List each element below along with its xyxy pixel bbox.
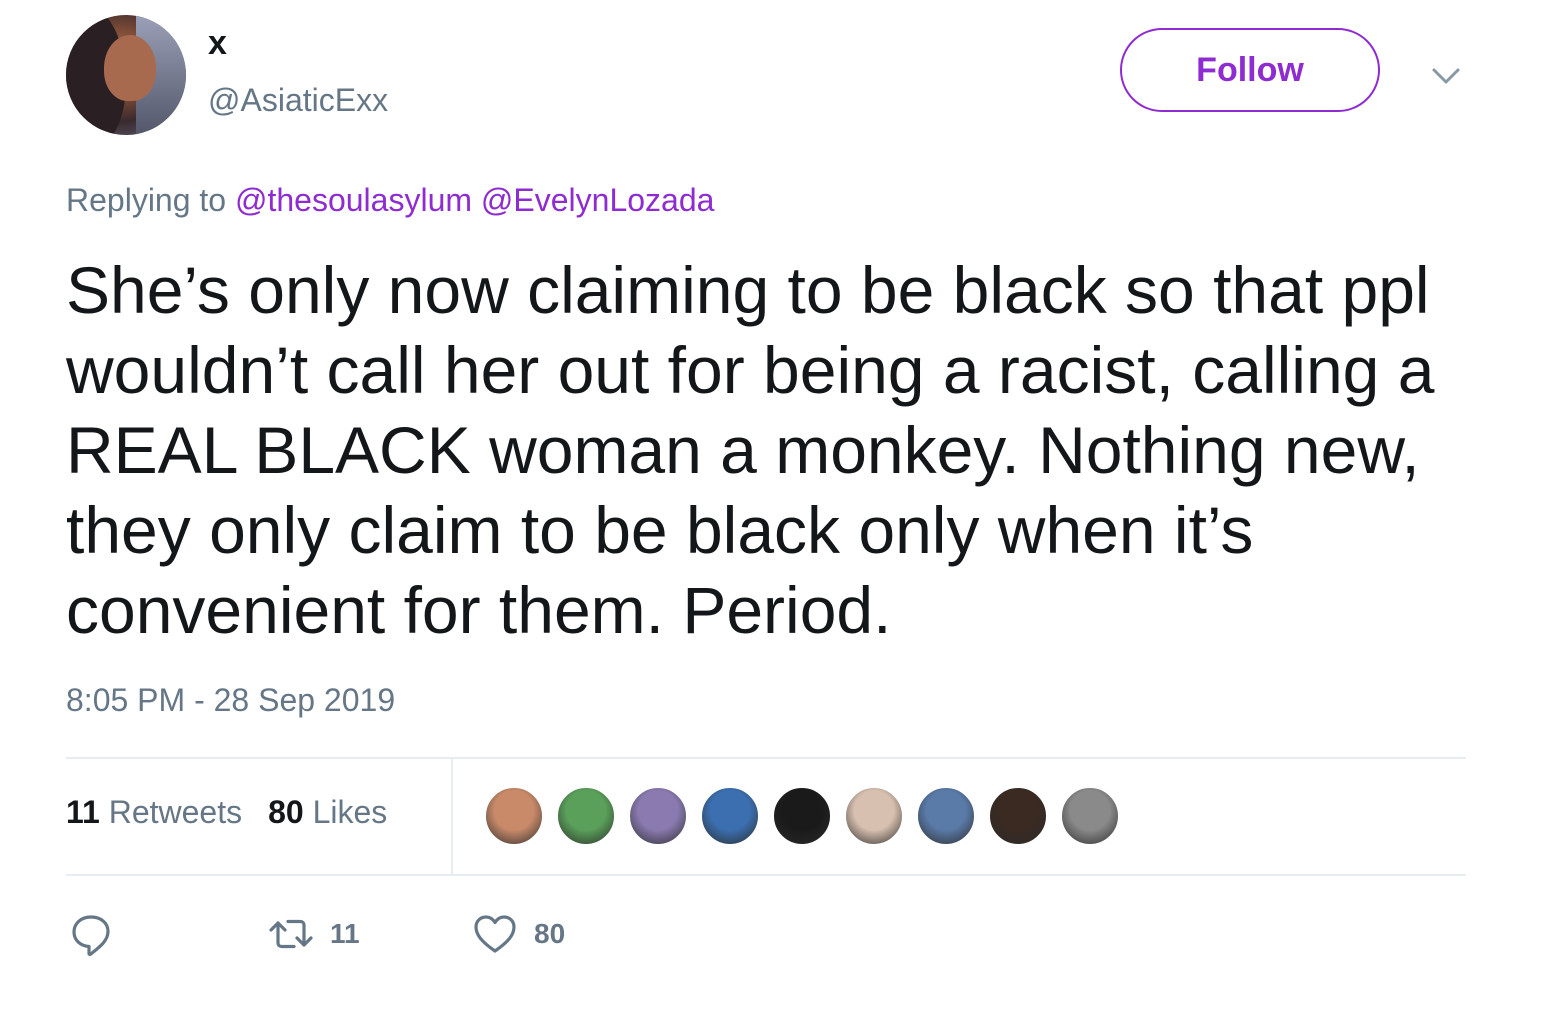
- liker-avatar-2[interactable]: [556, 786, 616, 846]
- likes-count: 80: [268, 794, 304, 830]
- mention-link[interactable]: @EvelynLozada: [481, 182, 715, 218]
- liker-avatar-6[interactable]: [844, 786, 904, 846]
- reply-icon: [72, 915, 110, 957]
- tweet-timestamp[interactable]: 8:05 PM - 28 Sep 2019: [66, 682, 395, 719]
- retweets-count: 11: [66, 794, 100, 830]
- liker-avatar-8[interactable]: [988, 786, 1048, 846]
- retweet-count: 11: [330, 918, 360, 949]
- liker-avatar-1[interactable]: [484, 786, 544, 846]
- retweets-stat[interactable]: 11 Retweets: [66, 794, 242, 830]
- retweet-icon: [269, 919, 313, 949]
- chevron-down-icon[interactable]: [1426, 56, 1466, 96]
- reply-action[interactable]: [66, 906, 116, 962]
- mention-link[interactable]: @thesoulasylum: [235, 182, 472, 218]
- liker-avatar-3[interactable]: [628, 786, 688, 846]
- engagement-stats: 11 Retweets 80 Likes: [66, 794, 387, 831]
- retweet-action[interactable]: 11: [266, 906, 360, 962]
- replying-to-label: Replying to: [66, 182, 227, 218]
- replying-to-line: Replying to @thesoulasylum @EvelynLozada: [66, 182, 714, 219]
- likes-stat[interactable]: 80 Likes: [268, 794, 387, 830]
- tweet-text: She’s only now claiming to be black so t…: [66, 253, 1435, 647]
- user-avatar[interactable]: [66, 15, 186, 135]
- liker-avatar-9[interactable]: [1060, 786, 1120, 846]
- liker-avatar-4[interactable]: [700, 786, 760, 846]
- liker-avatar-7[interactable]: [916, 786, 976, 846]
- follow-button[interactable]: Follow: [1120, 28, 1380, 112]
- divider: [66, 757, 1466, 759]
- user-handle[interactable]: @AsiaticExx: [208, 82, 388, 119]
- like-action[interactable]: 80: [470, 906, 565, 962]
- liker-avatar-5[interactable]: [772, 786, 832, 846]
- retweets-label: Retweets: [108, 794, 243, 830]
- display-name[interactable]: x: [208, 24, 227, 63]
- stats-divider: [451, 758, 453, 876]
- likes-label: Likes: [312, 794, 388, 830]
- divider: [66, 874, 1466, 876]
- heart-icon: [474, 915, 516, 953]
- like-count: 80: [534, 918, 566, 949]
